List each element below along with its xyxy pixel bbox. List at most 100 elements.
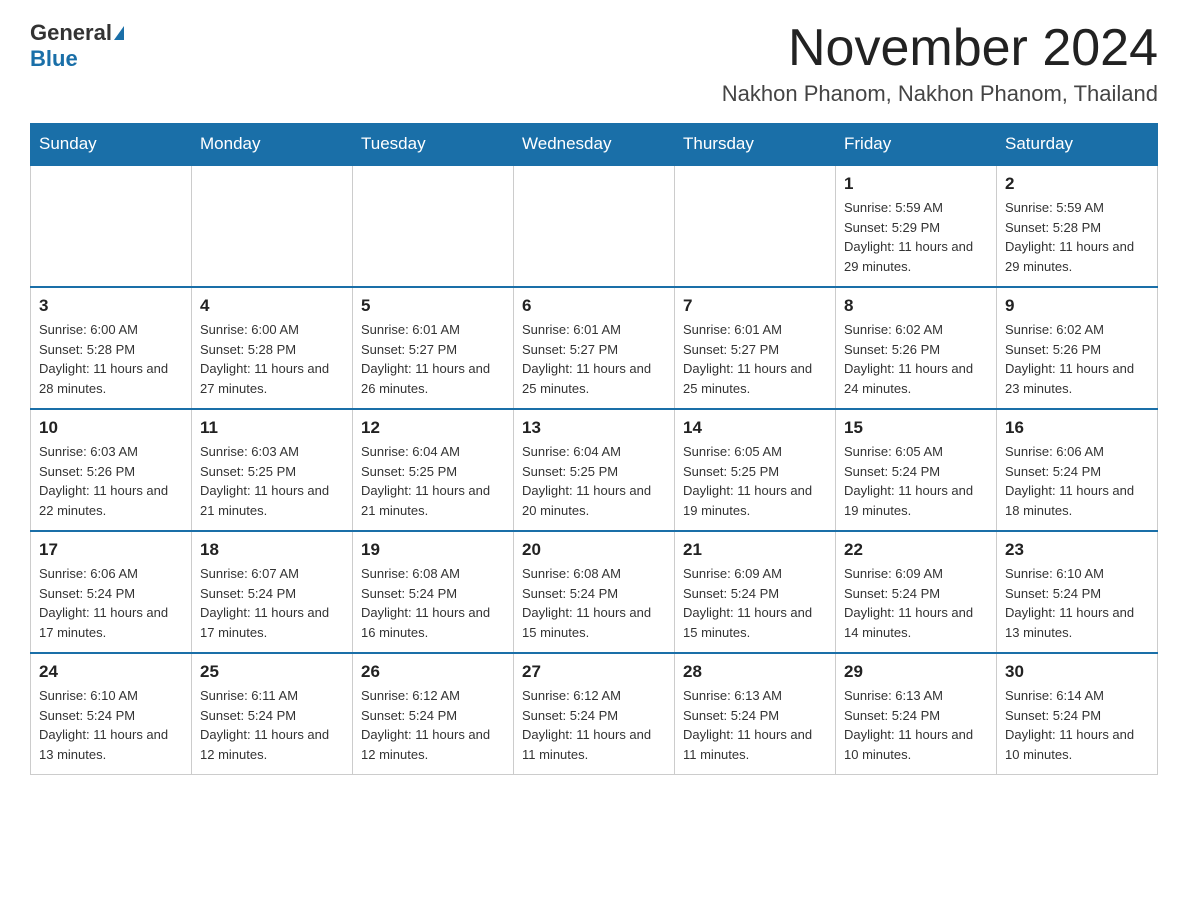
title-block: November 2024 Nakhon Phanom, Nakhon Phan… xyxy=(722,20,1158,107)
day-info: Sunrise: 6:07 AMSunset: 5:24 PMDaylight:… xyxy=(200,566,329,640)
day-info: Sunrise: 6:10 AMSunset: 5:24 PMDaylight:… xyxy=(1005,566,1134,640)
day-info: Sunrise: 6:14 AMSunset: 5:24 PMDaylight:… xyxy=(1005,688,1134,762)
weekday-header-saturday: Saturday xyxy=(997,124,1158,166)
day-number: 14 xyxy=(683,418,827,438)
calendar-cell: 7Sunrise: 6:01 AMSunset: 5:27 PMDaylight… xyxy=(675,287,836,409)
day-number: 12 xyxy=(361,418,505,438)
calendar-cell: 1Sunrise: 5:59 AMSunset: 5:29 PMDaylight… xyxy=(836,165,997,287)
day-info: Sunrise: 6:05 AMSunset: 5:24 PMDaylight:… xyxy=(844,444,973,518)
calendar-cell: 24 Sunrise: 6:10 AMSunset: 5:24 PMDayligh… xyxy=(31,653,192,775)
day-number: 11 xyxy=(200,418,344,438)
month-title: November 2024 xyxy=(722,20,1158,77)
weekday-header-friday: Friday xyxy=(836,124,997,166)
day-number: 5 xyxy=(361,296,505,316)
day-number: 23 xyxy=(1005,540,1149,560)
calendar-cell: 27 Sunrise: 6:12 AMSunset: 5:24 PMDayligh… xyxy=(514,653,675,775)
weekday-header-sunday: Sunday xyxy=(31,124,192,166)
day-number: 10 xyxy=(39,418,183,438)
day-info: Sunrise: 6:01 AMSunset: 5:27 PMDaylight:… xyxy=(522,322,651,396)
location-title: Nakhon Phanom, Nakhon Phanom, Thailand xyxy=(722,81,1158,107)
calendar-cell: 11Sunrise: 6:03 AMSunset: 5:25 PMDayligh… xyxy=(192,409,353,531)
calendar-cell: 3 Sunrise: 6:00 AMSunset: 5:28 PMDaylight… xyxy=(31,287,192,409)
weekday-header-thursday: Thursday xyxy=(675,124,836,166)
day-info: Sunrise: 6:10 AMSunset: 5:24 PMDaylight:… xyxy=(39,688,168,762)
day-info: Sunrise: 6:02 AMSunset: 5:26 PMDaylight:… xyxy=(844,322,973,396)
day-number: 2 xyxy=(1005,174,1149,194)
day-number: 25 xyxy=(200,662,344,682)
day-info: Sunrise: 6:00 AMSunset: 5:28 PMDaylight:… xyxy=(39,322,168,396)
calendar-cell: 22 Sunrise: 6:09 AMSunset: 5:24 PMDayligh… xyxy=(836,531,997,653)
day-info: Sunrise: 6:04 AMSunset: 5:25 PMDaylight:… xyxy=(522,444,651,518)
week-row-2: 3 Sunrise: 6:00 AMSunset: 5:28 PMDaylight… xyxy=(31,287,1158,409)
logo-blue-text: Blue xyxy=(30,46,78,72)
calendar-cell: 16 Sunrise: 6:06 AMSunset: 5:24 PMDayligh… xyxy=(997,409,1158,531)
calendar-cell: 4 Sunrise: 6:00 AMSunset: 5:28 PMDaylight… xyxy=(192,287,353,409)
calendar-cell: 2 Sunrise: 5:59 AMSunset: 5:28 PMDaylight… xyxy=(997,165,1158,287)
day-number: 9 xyxy=(1005,296,1149,316)
day-info: Sunrise: 6:12 AMSunset: 5:24 PMDaylight:… xyxy=(522,688,651,762)
day-info: Sunrise: 6:04 AMSunset: 5:25 PMDaylight:… xyxy=(361,444,490,518)
day-info: Sunrise: 6:03 AMSunset: 5:26 PMDaylight:… xyxy=(39,444,168,518)
calendar-cell: 23 Sunrise: 6:10 AMSunset: 5:24 PMDayligh… xyxy=(997,531,1158,653)
calendar-cell xyxy=(192,165,353,287)
week-row-4: 17Sunrise: 6:06 AMSunset: 5:24 PMDayligh… xyxy=(31,531,1158,653)
logo-triangle-icon xyxy=(114,26,124,40)
day-number: 29 xyxy=(844,662,988,682)
day-number: 8 xyxy=(844,296,988,316)
calendar-cell: 15 Sunrise: 6:05 AMSunset: 5:24 PMDayligh… xyxy=(836,409,997,531)
day-number: 16 xyxy=(1005,418,1149,438)
day-number: 1 xyxy=(844,174,988,194)
day-number: 27 xyxy=(522,662,666,682)
day-number: 3 xyxy=(39,296,183,316)
day-info: Sunrise: 6:00 AMSunset: 5:28 PMDaylight:… xyxy=(200,322,329,396)
calendar-cell: 9 Sunrise: 6:02 AMSunset: 5:26 PMDaylight… xyxy=(997,287,1158,409)
day-number: 15 xyxy=(844,418,988,438)
calendar-cell: 26 Sunrise: 6:12 AMSunset: 5:24 PMDayligh… xyxy=(353,653,514,775)
week-row-5: 24 Sunrise: 6:10 AMSunset: 5:24 PMDayligh… xyxy=(31,653,1158,775)
week-row-1: 1Sunrise: 5:59 AMSunset: 5:29 PMDaylight… xyxy=(31,165,1158,287)
day-number: 4 xyxy=(200,296,344,316)
calendar-cell: 30 Sunrise: 6:14 AMSunset: 5:24 PMDayligh… xyxy=(997,653,1158,775)
day-info: Sunrise: 6:09 AMSunset: 5:24 PMDaylight:… xyxy=(844,566,973,640)
calendar-cell xyxy=(31,165,192,287)
calendar-cell: 5 Sunrise: 6:01 AMSunset: 5:27 PMDaylight… xyxy=(353,287,514,409)
day-number: 21 xyxy=(683,540,827,560)
weekday-header-monday: Monday xyxy=(192,124,353,166)
day-info: Sunrise: 6:06 AMSunset: 5:24 PMDaylight:… xyxy=(1005,444,1134,518)
weekday-header-tuesday: Tuesday xyxy=(353,124,514,166)
day-number: 18 xyxy=(200,540,344,560)
calendar-cell: 25 Sunrise: 6:11 AMSunset: 5:24 PMDayligh… xyxy=(192,653,353,775)
day-number: 17 xyxy=(39,540,183,560)
logo-general-text: General xyxy=(30,20,112,46)
day-number: 24 xyxy=(39,662,183,682)
day-info: Sunrise: 6:12 AMSunset: 5:24 PMDaylight:… xyxy=(361,688,490,762)
calendar-cell xyxy=(675,165,836,287)
day-info: Sunrise: 6:11 AMSunset: 5:24 PMDaylight:… xyxy=(200,688,329,762)
day-info: Sunrise: 6:01 AMSunset: 5:27 PMDaylight:… xyxy=(361,322,490,396)
day-number: 13 xyxy=(522,418,666,438)
calendar-table: SundayMondayTuesdayWednesdayThursdayFrid… xyxy=(30,123,1158,775)
day-number: 22 xyxy=(844,540,988,560)
calendar-cell xyxy=(514,165,675,287)
day-info: Sunrise: 6:08 AMSunset: 5:24 PMDaylight:… xyxy=(361,566,490,640)
day-number: 19 xyxy=(361,540,505,560)
calendar-header: SundayMondayTuesdayWednesdayThursdayFrid… xyxy=(31,124,1158,166)
day-info: Sunrise: 5:59 AMSunset: 5:28 PMDaylight:… xyxy=(1005,200,1134,274)
day-info: Sunrise: 6:08 AMSunset: 5:24 PMDaylight:… xyxy=(522,566,651,640)
day-info: Sunrise: 6:01 AMSunset: 5:27 PMDaylight:… xyxy=(683,322,812,396)
calendar-cell: 17Sunrise: 6:06 AMSunset: 5:24 PMDayligh… xyxy=(31,531,192,653)
calendar-cell xyxy=(353,165,514,287)
logo: General Blue xyxy=(30,20,124,72)
day-number: 30 xyxy=(1005,662,1149,682)
calendar-cell: 12 Sunrise: 6:04 AMSunset: 5:25 PMDayligh… xyxy=(353,409,514,531)
calendar-cell: 10 Sunrise: 6:03 AMSunset: 5:26 PMDayligh… xyxy=(31,409,192,531)
calendar-cell: 18 Sunrise: 6:07 AMSunset: 5:24 PMDayligh… xyxy=(192,531,353,653)
calendar-cell: 6 Sunrise: 6:01 AMSunset: 5:27 PMDaylight… xyxy=(514,287,675,409)
page-header: General Blue November 2024 Nakhon Phanom… xyxy=(30,20,1158,107)
calendar-cell: 28Sunrise: 6:13 AMSunset: 5:24 PMDayligh… xyxy=(675,653,836,775)
day-number: 28 xyxy=(683,662,827,682)
day-number: 6 xyxy=(522,296,666,316)
day-number: 26 xyxy=(361,662,505,682)
calendar-cell: 13 Sunrise: 6:04 AMSunset: 5:25 PMDayligh… xyxy=(514,409,675,531)
day-info: Sunrise: 6:02 AMSunset: 5:26 PMDaylight:… xyxy=(1005,322,1134,396)
